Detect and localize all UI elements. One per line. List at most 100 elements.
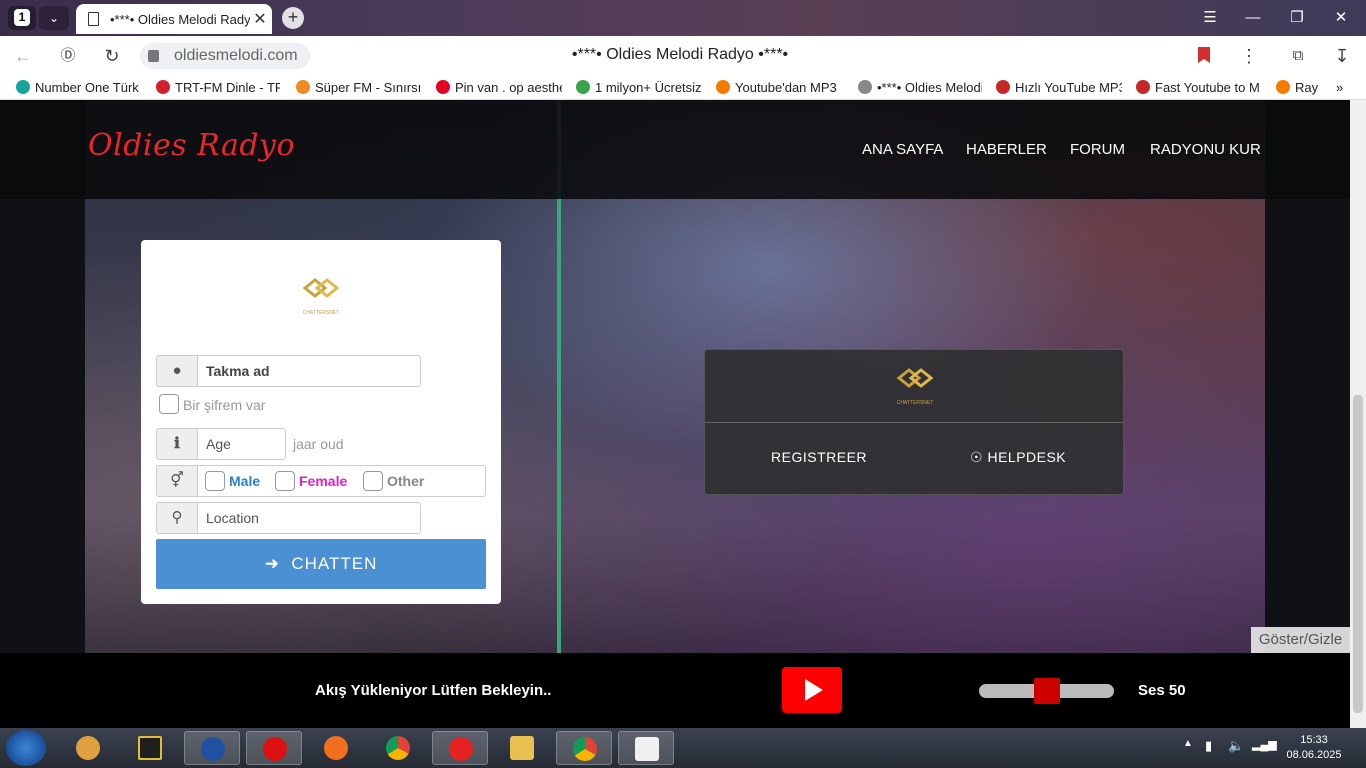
nav-news[interactable]: HABERLER [966,141,1047,158]
chat-button[interactable]: ➜ CHATTEN [156,539,486,589]
tray-arrow-icon[interactable]: ▲ [1183,738,1193,749]
password-label: Bir şifrem var [183,397,266,413]
battery-icon[interactable]: ▮ [1205,738,1212,754]
yandex-app[interactable] [432,731,488,765]
bookmark-favicon [996,80,1010,94]
bookmark-item[interactable]: 1 milyon+ Ücretsiz [576,80,702,96]
start-button[interactable] [6,730,46,766]
nav-home[interactable]: ANA SAYFA [862,141,943,158]
info-icon: ℹ [156,428,198,460]
paint-app[interactable] [60,731,116,765]
bookmark-favicon [156,80,170,94]
close-icon[interactable]: ✕ [252,9,268,28]
location-icon: ⚲ [156,502,198,534]
male-label: Male [229,473,261,489]
java-app[interactable] [618,731,674,765]
clock[interactable]: 15:33 08.06.2025 [1284,733,1344,763]
site-logo[interactable]: Oldies Radyo [88,128,295,163]
back-icon[interactable]: ← [10,44,36,68]
lock-icon [148,50,159,62]
bookmark-item[interactable]: Süper FM - Sınırsız [296,80,422,96]
browser-titlebar: 1 ⌄ •***• Oldies Melodi Radyo •***• ✕ + … [0,0,1366,36]
bookmark-item[interactable]: Ray [1276,80,1320,96]
age-suffix: jaar oud [293,436,344,452]
nav-setup-radio[interactable]: RADYONU KUR [1150,141,1261,158]
firefox-app[interactable] [308,731,364,765]
bookmark-favicon [858,80,872,94]
tab-count: 1 [14,9,30,26]
bookmark-item[interactable]: TRT-FM Dinle - TR [156,80,280,96]
bookmark-icon[interactable] [1198,47,1210,63]
signal-icon[interactable]: ▂▄▆ [1252,738,1277,751]
bookmark-favicon [576,80,590,94]
chrome-app-2[interactable] [556,731,612,765]
nav-forum[interactable]: FORUM [1070,141,1125,158]
chat-button-label: CHATTEN [291,554,378,573]
location-input[interactable]: Location [198,502,421,534]
yandex-icon[interactable]: Ⓓ [55,44,81,68]
minimize-button[interactable]: — [1238,6,1268,30]
document-icon [88,12,99,26]
opera-app[interactable] [246,731,302,765]
restore-button[interactable]: ❐ [1282,6,1312,30]
user-icon: ● [156,355,198,387]
bookmark-item[interactable]: Pin van . op aesthe [436,80,562,96]
download-icon[interactable]: ↧ [1329,44,1355,68]
tab-count-button[interactable]: 1 [8,6,36,30]
fireworks-app[interactable] [122,731,178,765]
bookmark-item[interactable]: Fast Youtube to M [1136,80,1262,96]
volume-icon[interactable]: 🔈 [1228,738,1244,754]
bookmark-favicon [296,80,310,94]
other-checkbox[interactable] [363,471,383,491]
page-title: •***• Oldies Melodi Radyo •***• [571,46,789,63]
toggle-button[interactable]: Göster/Gizle [1251,627,1350,653]
helpdesk-label: HELPDESK [987,449,1067,465]
more-icon[interactable]: ⋮ [1236,44,1262,68]
helpdesk-link[interactable]: ☉ HELPDESK [970,449,1066,466]
register-link[interactable]: REGISTREER [771,449,867,465]
browser-tab[interactable]: •***• Oldies Melodi Radyo •***• ✕ [76,4,272,34]
password-checkbox[interactable] [159,394,179,414]
lifebuoy-icon: ☉ [970,449,984,465]
url-text: oldiesmelodi.com [174,47,298,64]
radio-player: Akış Yükleniyor Lütfen Bekleyin.. Ses 50 [0,653,1350,728]
bookmark-item[interactable]: •***• Oldies Melodi [858,80,982,96]
chattersnet-logo: CHATTERSNET [302,278,340,316]
bookmark-item[interactable]: Number One Türk [16,80,140,96]
chattersnet-logo: CHATTERSNET [896,368,934,406]
bookmark-favicon [436,80,450,94]
net-app[interactable] [184,731,240,765]
help-panel: CHATTERSNET REGISTREER ☉ HELPDESK [704,349,1124,495]
menu-icon[interactable]: ☰ [1195,6,1225,30]
login-card: CHATTERSNET ● Takma ad Bir şifrem var ℹ … [141,240,501,604]
explorer-app[interactable] [494,731,550,765]
age-input[interactable]: Age [198,428,286,460]
close-window-button[interactable]: ✕ [1326,6,1356,30]
extensions-icon[interactable]: ⧉ [1285,44,1311,68]
page-scrollbar[interactable] [1350,100,1366,728]
bookmarks-overflow-icon[interactable]: » [1336,80,1350,96]
brand-text: CHATTERSNET [303,310,340,316]
web-page: Oldies Radyo ANA SAYFA HABERLER FORUM RA… [0,100,1350,728]
play-button[interactable] [782,667,842,713]
site-header: Oldies Radyo ANA SAYFA HABERLER FORUM RA… [0,100,1350,199]
bookmark-item[interactable]: Youtube'dan MP3 [716,80,840,96]
tab-title: •***• Oldies Melodi Radyo •***• [110,12,250,27]
chrome-app[interactable] [370,731,426,765]
scrollbar-thumb[interactable] [1353,395,1363,713]
clock-time: 15:33 [1300,734,1328,746]
male-checkbox[interactable] [205,471,225,491]
bookmark-favicon [1276,80,1290,94]
url-field[interactable]: oldiesmelodi.com [140,43,310,69]
bookmark-item[interactable]: Hızlı YouTube MP3 [996,80,1122,96]
chevron-down-icon[interactable]: ⌄ [39,6,69,30]
gender-icon: ⚥ [156,465,198,497]
reload-icon[interactable]: ↻ [99,44,125,68]
bookmark-favicon [1136,80,1150,94]
female-checkbox[interactable] [275,471,295,491]
taskbar: ▲ ▮ 🔈 ▂▄▆ 15:33 08.06.2025 [0,728,1366,768]
new-tab-button[interactable]: + [282,7,304,29]
volume-slider-handle[interactable] [1034,678,1060,704]
brand-text: CHATTERSNET [897,400,934,406]
nickname-input[interactable]: Takma ad [198,355,421,387]
